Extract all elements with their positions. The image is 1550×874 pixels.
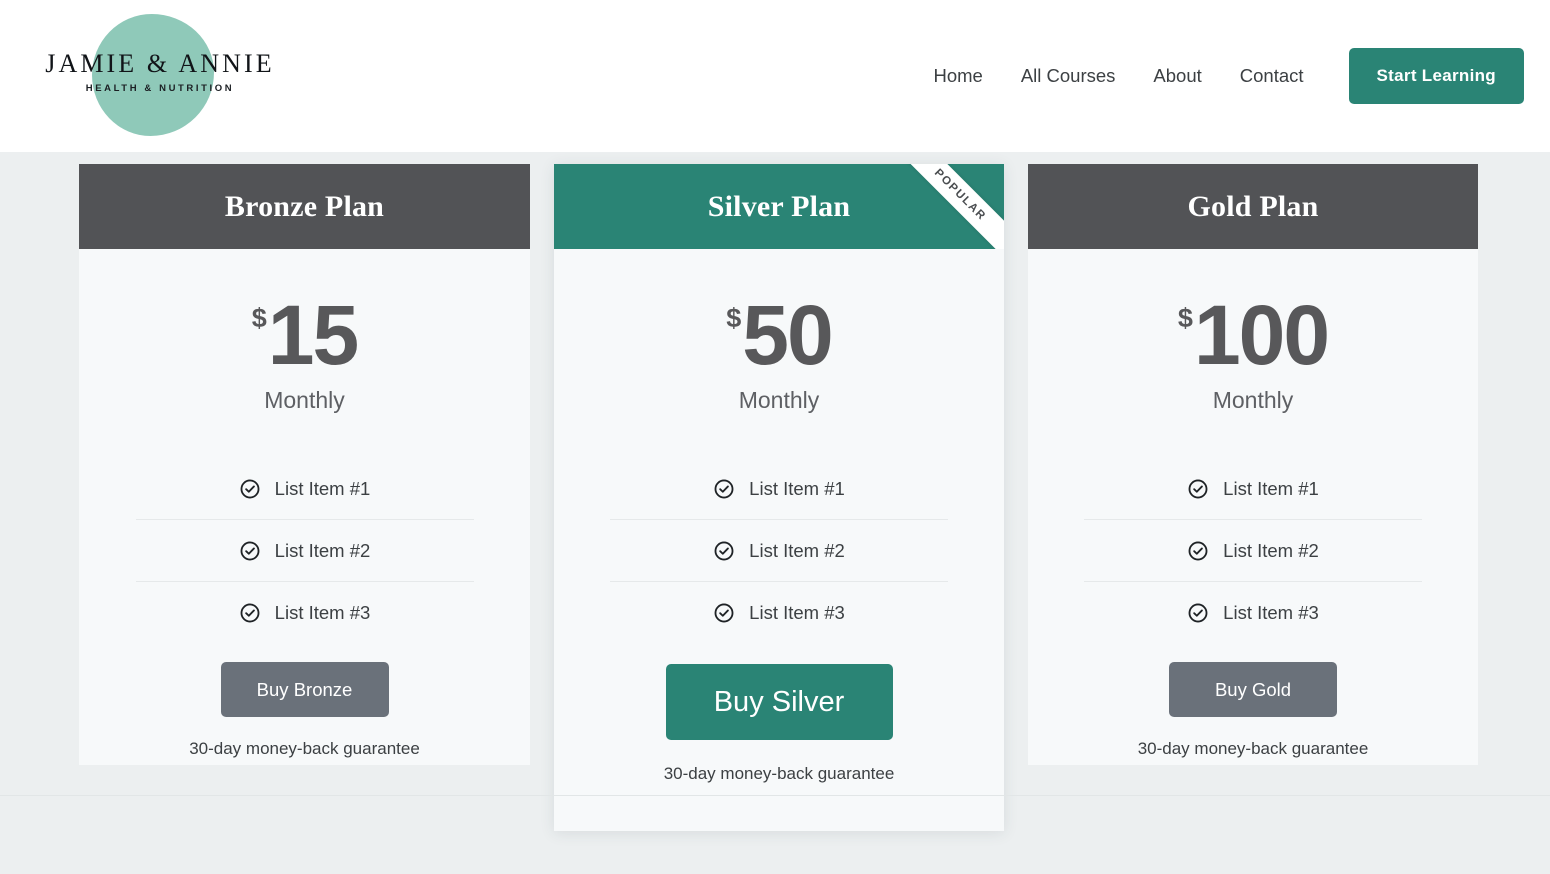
- nav-item-all-courses[interactable]: All Courses: [1002, 65, 1135, 87]
- list-item: List Item #3: [610, 582, 948, 644]
- currency-symbol: $: [1178, 305, 1193, 332]
- logo-brand-name: JAMIE & ANNIE: [30, 50, 290, 77]
- guarantee-text-gold: 30-day money-back guarantee: [1138, 739, 1369, 759]
- popular-badge-label: POPULAR: [932, 167, 988, 223]
- buy-silver-button[interactable]: Buy Silver: [666, 664, 893, 740]
- currency-symbol: $: [726, 305, 741, 332]
- check-circle-icon: [713, 478, 735, 500]
- nav-item-home[interactable]: Home: [914, 65, 1001, 87]
- feature-label: List Item #3: [749, 602, 845, 624]
- site-logo[interactable]: JAMIE & ANNIE HEALTH & NUTRITION: [30, 8, 290, 138]
- start-learning-button[interactable]: Start Learning: [1349, 48, 1524, 104]
- feature-label: List Item #2: [1223, 540, 1319, 562]
- list-item: List Item #1: [610, 458, 948, 520]
- list-item: List Item #2: [610, 520, 948, 582]
- check-circle-icon: [1187, 540, 1209, 562]
- price-period-silver: Monthly: [739, 387, 820, 414]
- list-item: List Item #1: [136, 458, 474, 520]
- logo-text: JAMIE & ANNIE HEALTH & NUTRITION: [30, 50, 290, 94]
- card-body-bronze: $ 15 Monthly List Item #1 Li: [79, 249, 530, 765]
- check-circle-icon: [1187, 478, 1209, 500]
- price-gold: $ 100: [1178, 293, 1328, 377]
- feature-label: List Item #1: [1223, 478, 1319, 500]
- price-silver: $ 50: [726, 293, 831, 377]
- nav-item-about[interactable]: About: [1134, 65, 1220, 87]
- card-header-gold: Gold Plan: [1028, 164, 1478, 249]
- list-item: List Item #3: [1084, 582, 1422, 644]
- buy-bronze-button[interactable]: Buy Bronze: [221, 662, 389, 717]
- popular-ribbon: POPULAR: [887, 164, 1004, 249]
- currency-symbol: $: [252, 305, 267, 332]
- price-amount: 100: [1194, 293, 1328, 377]
- primary-navigation: Home All Courses About Contact Start Lea…: [914, 0, 1524, 152]
- section-divider: [0, 795, 1550, 796]
- price-bronze: $ 15: [252, 293, 357, 377]
- site-header: JAMIE & ANNIE HEALTH & NUTRITION Home Al…: [0, 0, 1550, 152]
- plan-title-bronze: Bronze Plan: [225, 190, 384, 224]
- check-circle-icon: [713, 540, 735, 562]
- list-item: List Item #3: [136, 582, 474, 644]
- check-circle-icon: [1187, 602, 1209, 624]
- price-period-gold: Monthly: [1213, 387, 1294, 414]
- feature-list-bronze: List Item #1 List Item #2 List Item #3: [136, 458, 474, 644]
- card-body-gold: $ 100 Monthly List Item #1 L: [1028, 249, 1478, 765]
- check-circle-icon: [713, 602, 735, 624]
- nav-item-contact[interactable]: Contact: [1221, 65, 1323, 87]
- feature-label: List Item #2: [749, 540, 845, 562]
- check-circle-icon: [239, 540, 261, 562]
- list-item: List Item #2: [1084, 520, 1422, 582]
- feature-label: List Item #1: [275, 478, 371, 500]
- pricing-card-gold: Gold Plan $ 100 Monthly List Item #1: [1028, 164, 1478, 765]
- guarantee-text-silver: 30-day money-back guarantee: [664, 764, 895, 784]
- feature-label: List Item #2: [275, 540, 371, 562]
- list-item: List Item #1: [1084, 458, 1422, 520]
- plan-title-silver: Silver Plan: [708, 190, 851, 224]
- feature-label: List Item #1: [749, 478, 845, 500]
- pricing-card-bronze: Bronze Plan $ 15 Monthly List Item #1: [79, 164, 530, 765]
- card-header-silver: Silver Plan POPULAR: [554, 164, 1004, 249]
- guarantee-text-bronze: 30-day money-back guarantee: [189, 739, 420, 759]
- check-circle-icon: [239, 478, 261, 500]
- check-circle-icon: [239, 602, 261, 624]
- buy-gold-button[interactable]: Buy Gold: [1169, 662, 1337, 717]
- card-body-silver: $ 50 Monthly List Item #1 Li: [554, 249, 1004, 831]
- feature-list-gold: List Item #1 List Item #2 List Item #3: [1084, 458, 1422, 644]
- list-item: List Item #2: [136, 520, 474, 582]
- plan-title-gold: Gold Plan: [1188, 190, 1319, 224]
- pricing-section: Bronze Plan $ 15 Monthly List Item #1: [0, 152, 1550, 874]
- card-header-bronze: Bronze Plan: [79, 164, 530, 249]
- price-period-bronze: Monthly: [264, 387, 345, 414]
- feature-list-silver: List Item #1 List Item #2 List Item #3: [610, 458, 948, 644]
- price-amount: 50: [742, 293, 831, 377]
- feature-label: List Item #3: [1223, 602, 1319, 624]
- logo-tagline: HEALTH & NUTRITION: [30, 83, 290, 94]
- pricing-card-silver: Silver Plan POPULAR $ 50 Monthly List It…: [554, 164, 1004, 831]
- feature-label: List Item #3: [275, 602, 371, 624]
- price-amount: 15: [268, 293, 357, 377]
